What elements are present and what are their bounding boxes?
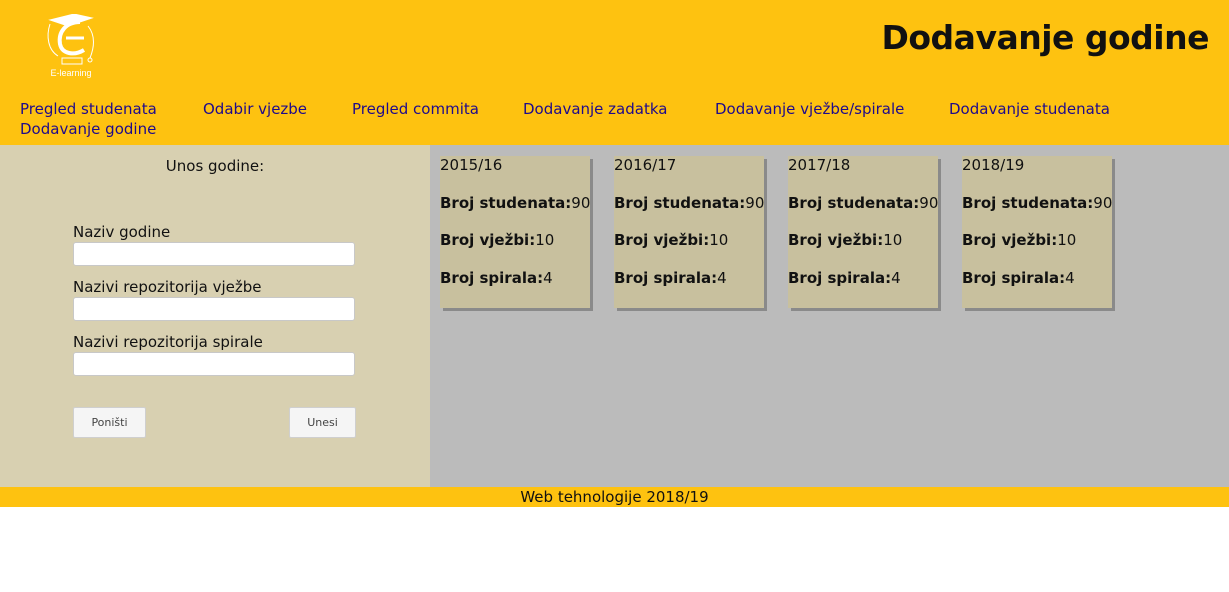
exercises-label: Broj vježbi: [788, 231, 884, 249]
exercises-value: 10 [1057, 231, 1077, 249]
spirals-label: Broj spirala: [440, 269, 544, 287]
students-value: 90 [1093, 194, 1113, 212]
spirals-count: Broj spirala:4 [440, 269, 553, 287]
years-panel: 2015/16 Broj studenata:90 Broj vježbi:10… [430, 145, 1229, 487]
year-card: 2016/17 Broj studenata:90 Broj vježbi:10… [614, 156, 764, 308]
exercises-value: 10 [883, 231, 903, 249]
exercises-count: Broj vježbi:10 [962, 231, 1076, 249]
year-card: 2015/16 Broj studenata:90 Broj vježbi:10… [440, 156, 590, 308]
submit-button[interactable]: Unesi [289, 407, 356, 438]
spiral-repos-label: Nazivi repozitorija spirale [73, 333, 263, 351]
spirals-label: Broj spirala: [962, 269, 1066, 287]
exercises-count: Broj vježbi:10 [788, 231, 902, 249]
exercises-count: Broj vježbi:10 [440, 231, 554, 249]
year-name: 2018/19 [962, 156, 1025, 174]
nav-pregled-commita[interactable]: Pregled commita [352, 100, 479, 118]
spirals-label: Broj spirala: [614, 269, 718, 287]
e-learning-logo[interactable]: E-learning [44, 14, 98, 88]
spirals-count: Broj spirala:4 [788, 269, 901, 287]
students-label: Broj studenata: [440, 194, 572, 212]
exercise-repos-input[interactable] [73, 297, 355, 321]
students-count: Broj studenata:90 [614, 194, 764, 212]
nav-pregled-studenata[interactable]: Pregled studenata [20, 100, 157, 118]
students-value: 90 [919, 194, 939, 212]
year-name-label: Naziv godine [73, 223, 171, 241]
form-title: Unos godine: [165, 157, 265, 175]
exercises-value: 10 [709, 231, 729, 249]
reset-button[interactable]: Poništi [73, 407, 146, 438]
year-name: 2016/17 [614, 156, 677, 174]
logo-label: E-learning [50, 68, 92, 78]
nav-dodavanje-zadatka[interactable]: Dodavanje zadatka [523, 100, 667, 118]
spirals-value: 4 [891, 269, 901, 287]
footer: Web tehnologije 2018/19 [0, 487, 1229, 507]
students-label: Broj studenata: [788, 194, 920, 212]
students-count: Broj studenata:90 [440, 194, 590, 212]
add-year-form: Unos godine: Naziv godine Nazivi repozit… [0, 145, 430, 487]
students-label: Broj studenata: [962, 194, 1094, 212]
students-value: 90 [745, 194, 765, 212]
nav-dodavanje-vjezbe-spirale[interactable]: Dodavanje vježbe/spirale [715, 100, 904, 118]
spirals-value: 4 [543, 269, 553, 287]
spirals-count: Broj spirala:4 [614, 269, 727, 287]
year-name: 2017/18 [788, 156, 851, 174]
students-value: 90 [571, 194, 591, 212]
exercises-label: Broj vježbi: [614, 231, 710, 249]
exercise-repos-label: Nazivi repozitorija vježbe [73, 278, 262, 296]
exercises-count: Broj vježbi:10 [614, 231, 728, 249]
spirals-label: Broj spirala: [788, 269, 892, 287]
exercises-label: Broj vježbi: [440, 231, 536, 249]
spirals-value: 4 [1065, 269, 1075, 287]
year-name: 2015/16 [440, 156, 503, 174]
year-card: 2017/18 Broj studenata:90 Broj vježbi:10… [788, 156, 938, 308]
spirals-value: 4 [717, 269, 727, 287]
nav-odabir-vjezbe[interactable]: Odabir vjezbe [203, 100, 307, 118]
spirals-count: Broj spirala:4 [962, 269, 1075, 287]
year-name-input[interactable] [73, 242, 355, 266]
spiral-repos-input[interactable] [73, 352, 355, 376]
exercises-value: 10 [535, 231, 555, 249]
page-title: Dodavanje godine [881, 18, 1209, 57]
exercises-label: Broj vježbi: [962, 231, 1058, 249]
year-card: 2018/19 Broj studenata:90 Broj vježbi:10… [962, 156, 1112, 308]
nav-dodavanje-studenata[interactable]: Dodavanje studenata [949, 100, 1110, 118]
graduation-cap-icon [47, 14, 94, 65]
header: E-learning Dodavanje godine Pregled stud… [0, 0, 1229, 145]
students-count: Broj studenata:90 [788, 194, 938, 212]
students-label: Broj studenata: [614, 194, 746, 212]
students-count: Broj studenata:90 [962, 194, 1112, 212]
footer-text: Web tehnologije 2018/19 [520, 488, 709, 506]
nav-dodavanje-godine[interactable]: Dodavanje godine [20, 120, 156, 138]
